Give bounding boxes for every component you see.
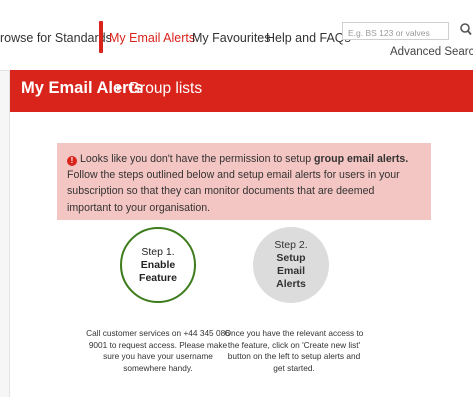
alert-text-start: Looks like you don't have the permission… [80, 153, 315, 165]
search-field[interactable] [342, 22, 449, 41]
main-panel: My Email Alerts ▸ Group lists ! Looks lik… [9, 70, 473, 397]
exclamation-icon: ! [67, 156, 77, 166]
page-subtitle: Group lists [128, 80, 203, 97]
step-2-description: Once you have the relevant access to the… [224, 328, 364, 373]
permission-alert: ! Looks like you don't have the permissio… [57, 143, 431, 220]
search-icon[interactable] [459, 21, 473, 39]
step-1-title: Enable Feature [139, 258, 177, 284]
search-input[interactable] [343, 25, 448, 41]
nav-browse-standards[interactable]: rowse for Standards [0, 31, 112, 45]
step-1-number: Step 1. [141, 245, 175, 258]
nav-my-email-alerts[interactable]: My Email Alerts [109, 31, 195, 45]
page-title: My Email Alerts [21, 79, 144, 97]
advanced-search-link[interactable]: Advanced Search [390, 46, 473, 58]
active-tab-marker [99, 21, 103, 53]
step-2-number: Step 2. [274, 239, 308, 251]
step-2-circle: Step 2. Setup Email Alerts [253, 227, 329, 303]
alert-text-end: Follow the steps outlined below and setu… [67, 169, 400, 214]
nav-help-faqs[interactable]: Help and FAQs [266, 31, 351, 45]
alert-text-bold: group email alerts. [314, 153, 409, 165]
page-header: My Email Alerts ▸ Group lists [10, 70, 473, 112]
step-2-title: Setup Email Alerts [276, 252, 306, 290]
nav-my-favourites[interactable]: My Favourites [192, 31, 271, 45]
top-navigation: rowse for Standards My Email Alerts My F… [0, 0, 473, 71]
step-1-circle: Step 1. Enable Feature [120, 227, 196, 303]
breadcrumb-separator-icon: ▸ [117, 82, 123, 94]
step-1-description: Call customer services on +44 345 086 90… [86, 328, 230, 373]
